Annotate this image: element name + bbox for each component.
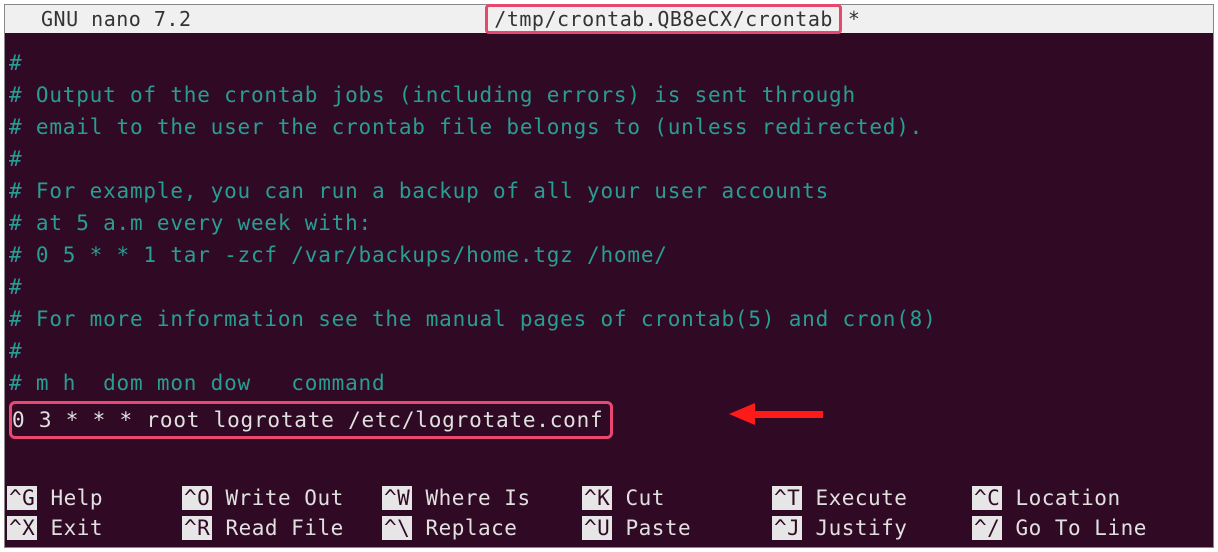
- nano-editor-window: GNU nano 7.2 /tmp/crontab.QB8eCX/crontab…: [4, 4, 1214, 548]
- menu-row-1: ^G Help ^O Write Out ^W Where Is ^K Cut …: [7, 483, 1211, 513]
- modified-indicator: *: [842, 7, 861, 31]
- menu-label: Write Out: [212, 486, 343, 510]
- comment-line: # at 5 a.m every week with:: [9, 207, 1213, 239]
- menu-justify[interactable]: ^J Justify: [772, 516, 972, 540]
- menu-label: Read File: [212, 516, 343, 540]
- menu-label: Help: [37, 486, 103, 510]
- comment-line: # Output of the crontab jobs (including …: [9, 79, 1213, 111]
- menu-label: Cut: [612, 486, 665, 510]
- comment-line: # 0 5 * * 1 tar -zcf /var/backups/home.t…: [9, 239, 1213, 271]
- menu-label: Where Is: [412, 486, 530, 510]
- key-caret-o: ^O: [182, 486, 212, 510]
- menu-location[interactable]: ^C Location: [972, 486, 1211, 510]
- menu-exit[interactable]: ^X Exit: [7, 516, 182, 540]
- menu-label: Justify: [802, 516, 907, 540]
- file-path: /tmp/crontab.QB8eCX/crontab: [494, 7, 833, 31]
- comment-line: # email to the user the crontab file bel…: [9, 111, 1213, 143]
- arrow-shaft-icon: [755, 411, 823, 418]
- menu-row-2: ^X Exit ^R Read File ^\ Replace ^U Paste…: [7, 513, 1211, 543]
- titlebar: GNU nano 7.2 /tmp/crontab.QB8eCX/crontab…: [5, 5, 1213, 33]
- shortcut-menu: ^G Help ^O Write Out ^W Where Is ^K Cut …: [5, 483, 1213, 547]
- menu-write-out[interactable]: ^O Write Out: [182, 486, 382, 510]
- menu-label: Replace: [412, 516, 517, 540]
- comment-line: #: [9, 143, 1213, 175]
- comment-line: #: [9, 271, 1213, 303]
- menu-read-file[interactable]: ^R Read File: [182, 516, 382, 540]
- key-caret-j: ^J: [772, 516, 802, 540]
- menu-label: Go To Line: [1002, 516, 1147, 540]
- comment-line: #: [9, 47, 1213, 79]
- key-caret-u: ^U: [582, 516, 612, 540]
- menu-label: Execute: [802, 486, 907, 510]
- menu-replace[interactable]: ^\ Replace: [382, 516, 582, 540]
- key-caret-w: ^W: [382, 486, 412, 510]
- menu-where-is[interactable]: ^W Where Is: [382, 486, 582, 510]
- editor-content[interactable]: # # Output of the crontab jobs (includin…: [5, 33, 1213, 439]
- key-caret-x: ^X: [7, 516, 37, 540]
- menu-label: Exit: [37, 516, 103, 540]
- comment-line: # For more information see the manual pa…: [9, 303, 1213, 335]
- key-caret-k: ^K: [582, 486, 612, 510]
- menu-label: Location: [1002, 486, 1120, 510]
- annotation-arrow: [729, 403, 823, 425]
- key-caret-t: ^T: [772, 486, 802, 510]
- menu-label: Paste: [612, 516, 691, 540]
- key-caret-r: ^R: [182, 516, 212, 540]
- cron-entry-highlight: 0 3 * * * root logrotate /etc/logrotate.…: [9, 401, 613, 439]
- menu-execute[interactable]: ^T Execute: [772, 486, 972, 510]
- app-name: GNU nano 7.2: [5, 7, 192, 31]
- comment-line: # m h dom mon dow command: [9, 367, 1213, 399]
- cron-entry-row: 0 3 * * * root logrotate /etc/logrotate.…: [9, 401, 613, 439]
- key-caret-slash: ^/: [972, 516, 1002, 540]
- comment-line: #: [9, 335, 1213, 367]
- key-caret-backslash: ^\: [382, 516, 412, 540]
- key-caret-c: ^C: [972, 486, 1002, 510]
- key-caret-g: ^G: [7, 486, 37, 510]
- menu-help[interactable]: ^G Help: [7, 486, 182, 510]
- menu-paste[interactable]: ^U Paste: [582, 516, 772, 540]
- comment-line: # For example, you can run a backup of a…: [9, 175, 1213, 207]
- file-path-highlight: /tmp/crontab.QB8eCX/crontab: [485, 4, 842, 34]
- arrow-head-icon: [729, 403, 755, 425]
- menu-cut[interactable]: ^K Cut: [582, 486, 772, 510]
- menu-go-to-line[interactable]: ^/ Go To Line: [972, 516, 1211, 540]
